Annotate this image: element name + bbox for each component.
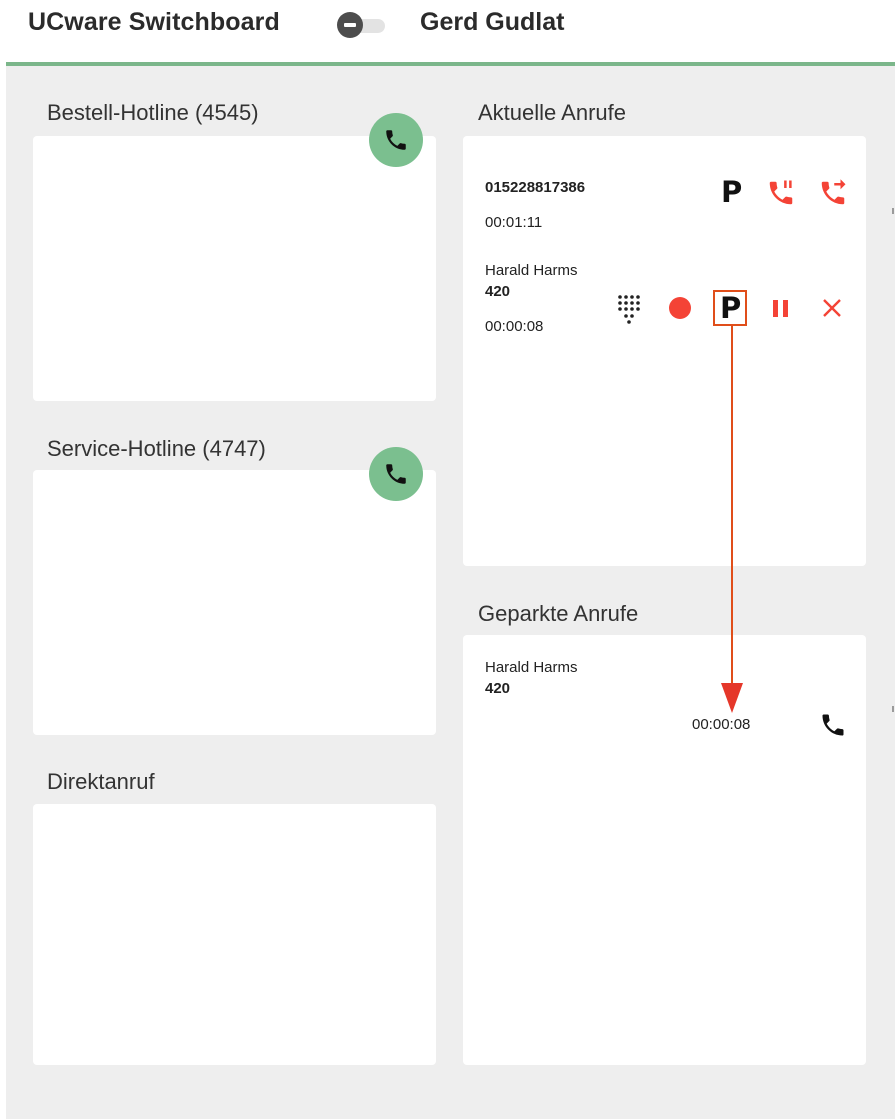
- current-calls-card: [463, 136, 866, 566]
- close-icon[interactable]: [821, 297, 843, 319]
- queue-card-service: [33, 470, 436, 735]
- call-duration: 00:00:08: [485, 318, 544, 335]
- queue-card-bestell: [33, 136, 436, 401]
- caller-number: 420: [485, 283, 511, 300]
- current-calls-title: Aktuelle Anrufe: [478, 100, 626, 125]
- parked-calls-card: [463, 635, 866, 1065]
- queue-title-direkt: Direktanruf: [47, 769, 155, 794]
- park-annotation-arrow: [721, 325, 743, 713]
- parked-calls-title: Geparkte Anrufe: [478, 601, 639, 626]
- queue-call-button-service[interactable]: [369, 447, 423, 501]
- transfer-call-icon[interactable]: [818, 178, 848, 208]
- queue-call-button-bestell[interactable]: [369, 113, 423, 167]
- call-number: 015228817386: [485, 179, 586, 196]
- hold-call-icon[interactable]: [766, 178, 796, 208]
- scrollbar-tick: [892, 208, 894, 214]
- call-duration: 00:01:11: [485, 214, 543, 231]
- parked-call-duration: 00:00:08: [692, 716, 751, 733]
- parked-caller-name: Harald Harms: [485, 659, 578, 676]
- parked-caller-number: 420: [485, 680, 511, 697]
- phone-icon[interactable]: [819, 711, 847, 739]
- dialpad-icon[interactable]: [616, 294, 640, 324]
- caller-name: Harald Harms: [485, 262, 578, 279]
- status-toggle[interactable]: [337, 12, 389, 38]
- app-header: UCware Switchboard Gerd Gudlat: [0, 0, 895, 62]
- queue-card-direkt: [33, 804, 436, 1065]
- pause-icon[interactable]: [770, 298, 792, 320]
- park-icon[interactable]: P: [721, 178, 742, 207]
- phone-icon: [386, 130, 406, 150]
- record-icon[interactable]: [669, 297, 691, 319]
- do-not-disturb-icon: [337, 12, 363, 38]
- queue-title-service: Service-Hotline (4747): [47, 436, 266, 461]
- user-name: Gerd Gudlat: [420, 8, 565, 36]
- app-title: UCware Switchboard: [28, 8, 280, 36]
- queue-title-bestell: Bestell-Hotline (4545): [47, 100, 259, 125]
- scrollbar-tick: [892, 706, 894, 712]
- phone-icon: [386, 464, 406, 484]
- park-icon[interactable]: P: [720, 294, 741, 323]
